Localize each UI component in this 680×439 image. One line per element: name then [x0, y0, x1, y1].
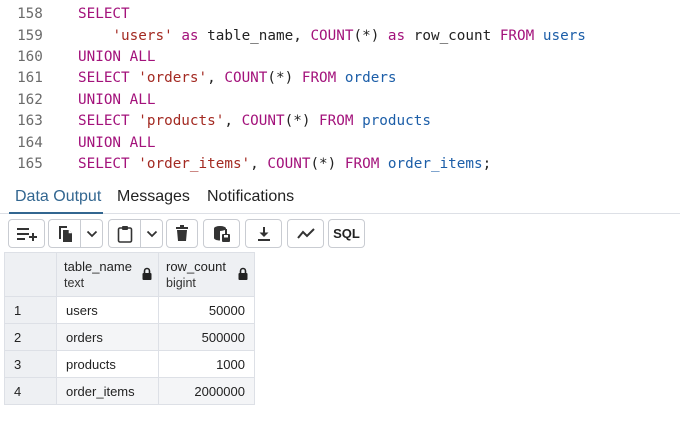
paste-button-group	[108, 219, 163, 248]
line-number: 162	[17, 92, 43, 108]
code-text[interactable]: UNION ALL	[78, 89, 155, 111]
paste-button[interactable]	[109, 220, 140, 247]
line-number: 158	[17, 6, 43, 22]
cell-row-count[interactable]: 500000	[158, 323, 255, 351]
cell-row-count[interactable]: 50000	[158, 296, 255, 324]
table-row[interactable]: 1 users 50000	[4, 296, 255, 324]
cell-table-name[interactable]: products	[56, 350, 159, 378]
line-number: 164	[17, 135, 43, 151]
delete-row-button[interactable]	[166, 219, 198, 248]
line-number: 160	[17, 49, 43, 65]
copy-icon	[58, 225, 72, 242]
row-number[interactable]: 2	[4, 323, 57, 351]
column-header-row-count[interactable]: row_count bigint	[158, 252, 255, 297]
paste-options-dropdown[interactable]	[140, 220, 162, 247]
table-row[interactable]: 4 order_items 2000000	[4, 377, 255, 405]
tab-data-output[interactable]: Data Output	[15, 180, 101, 214]
table-row[interactable]: 3 products 1000	[4, 350, 255, 378]
line-number: 163	[17, 113, 43, 129]
paste-icon	[117, 225, 132, 243]
code-line[interactable]: 163 SELECT 'products', COUNT(*) FROM pro…	[0, 110, 680, 132]
delete-icon	[176, 225, 188, 241]
row-number[interactable]: 3	[4, 350, 57, 378]
code-text[interactable]: SELECT 'orders', COUNT(*) FROM orders	[78, 67, 397, 89]
copy-button-group	[48, 219, 103, 248]
row-number[interactable]: 1	[4, 296, 57, 324]
lock-icon	[238, 267, 248, 280]
sql-editor[interactable]: 158 SELECT 159 'users' as table_name, CO…	[0, 0, 680, 179]
grid-header-row: table_name text row_count bigint	[4, 252, 255, 297]
code-line[interactable]: 165 SELECT 'order_items', COUNT(*) FROM …	[0, 153, 680, 175]
tab-notifications[interactable]: Notifications	[207, 180, 294, 214]
chevron-down-icon	[146, 230, 157, 237]
download-icon	[257, 226, 270, 241]
column-header-table-name[interactable]: table_name text	[56, 252, 159, 297]
code-line[interactable]: 159 'users' as table_name, COUNT(*) as r…	[0, 25, 680, 47]
graph-icon	[296, 227, 315, 239]
add-row-icon	[16, 227, 37, 241]
row-number[interactable]: 4	[4, 377, 57, 405]
table-row[interactable]: 2 orders 500000	[4, 323, 255, 351]
line-number: 165	[17, 156, 43, 172]
line-number: 161	[17, 70, 43, 86]
code-line[interactable]: 160 UNION ALL	[0, 46, 680, 68]
lock-icon	[142, 267, 152, 280]
cell-table-name[interactable]: users	[56, 296, 159, 324]
code-text[interactable]: SELECT 'products', COUNT(*) FROM product…	[78, 110, 431, 132]
copy-button[interactable]	[49, 220, 80, 247]
code-line[interactable]: 161 SELECT 'orders', COUNT(*) FROM order…	[0, 67, 680, 89]
code-line[interactable]: 162 UNION ALL	[0, 89, 680, 111]
tab-messages[interactable]: Messages	[117, 180, 190, 214]
graph-visualiser-button[interactable]	[287, 219, 324, 248]
code-text[interactable]: UNION ALL	[78, 46, 155, 68]
code-text[interactable]: SELECT	[78, 3, 130, 25]
result-grid: table_name text row_count bigint 1 users…	[4, 252, 255, 405]
download-button[interactable]	[245, 219, 282, 248]
cell-row-count[interactable]: 2000000	[158, 377, 255, 405]
chevron-down-icon	[86, 230, 97, 237]
cell-table-name[interactable]: orders	[56, 323, 159, 351]
code-text[interactable]: 'users' as table_name, COUNT(*) as row_c…	[78, 25, 585, 47]
select-all-cell[interactable]	[4, 252, 57, 297]
code-line[interactable]: 158 SELECT	[0, 3, 680, 25]
cell-row-count[interactable]: 1000	[158, 350, 255, 378]
code-line[interactable]: 164 UNION ALL	[0, 132, 680, 154]
copy-options-dropdown[interactable]	[80, 220, 102, 247]
save-data-button[interactable]	[203, 219, 240, 248]
result-tabs: Data Output Messages Notifications	[0, 180, 680, 214]
line-number: 159	[17, 28, 43, 44]
view-sql-button[interactable]: SQL	[328, 219, 365, 248]
code-text[interactable]: SELECT 'order_items', COUNT(*) FROM orde…	[78, 153, 491, 175]
result-toolbar: SQL	[0, 214, 680, 252]
code-text[interactable]: UNION ALL	[78, 132, 155, 154]
add-row-button[interactable]	[8, 219, 45, 248]
cell-table-name[interactable]: order_items	[56, 377, 159, 405]
sql-label: SQL	[333, 226, 360, 241]
save-data-icon	[213, 225, 230, 242]
